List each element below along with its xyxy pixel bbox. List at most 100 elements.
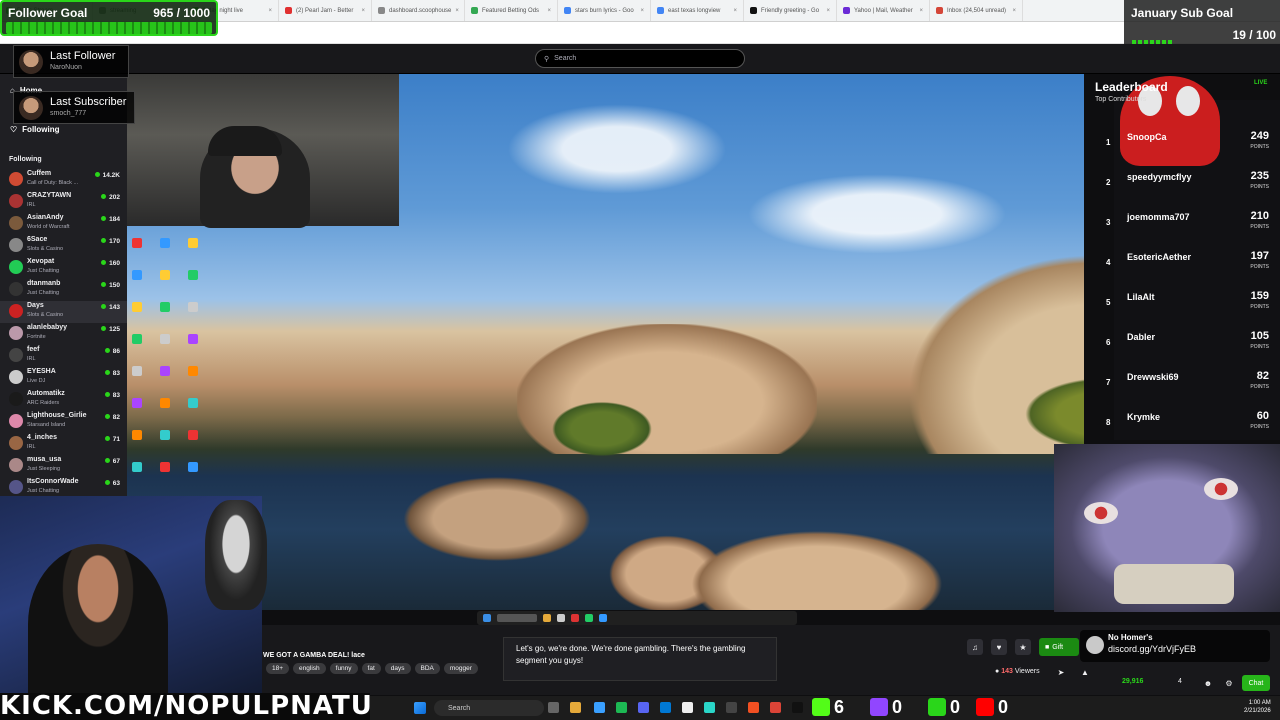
- leaderboard-points: 105: [1250, 330, 1269, 342]
- sidebar-channel[interactable]: musa_usa Just Sleeping 67: [0, 455, 127, 477]
- browser-tab[interactable]: Inbox (24,504 unread) ×: [930, 0, 1023, 21]
- counter-value: 6: [834, 696, 845, 717]
- stream-tag[interactable]: days: [384, 663, 411, 674]
- app-icon[interactable]: [616, 702, 627, 713]
- star-icon[interactable]: ★: [1015, 639, 1031, 655]
- sidebar-channel[interactable]: alanlebabyy Fortnite 125: [0, 323, 127, 345]
- close-icon[interactable]: ×: [547, 8, 551, 14]
- counter-value: 0: [998, 696, 1009, 717]
- desktop-app-icon: [188, 462, 198, 472]
- browser-tab[interactable]: Featured Betting Ods ×: [465, 0, 558, 21]
- channel-category: IRL: [27, 356, 36, 362]
- app-icon[interactable]: [726, 702, 737, 713]
- tab-favicon: [843, 7, 850, 14]
- close-icon[interactable]: ×: [640, 8, 644, 14]
- stream-tag[interactable]: english: [293, 663, 326, 674]
- notification-bell-icon[interactable]: ♫: [967, 639, 983, 655]
- sidebar-channel[interactable]: 6Sace Slots & Casino 170: [0, 235, 127, 257]
- sidebar-channel[interactable]: 4_inches IRL 71: [0, 433, 127, 455]
- channel-viewers: 125: [101, 326, 120, 333]
- sidebar-channel[interactable]: AsianAndy World of Warcraft 184: [0, 213, 127, 235]
- close-icon[interactable]: ×: [1012, 8, 1016, 14]
- channel-category: Just Chatting: [27, 290, 60, 296]
- task-view-icon[interactable]: [548, 702, 559, 713]
- gift-icon: ■: [1045, 643, 1050, 651]
- taskbar-clock: 1:00 AM 2/21/2026: [1244, 699, 1271, 715]
- browser-tab[interactable]: dashboard.scoophouse ×: [372, 0, 465, 21]
- browser-tab[interactable]: (2) Pearl Jam - Better ×: [279, 0, 372, 21]
- avatar: [9, 436, 23, 450]
- warning-icon[interactable]: ▲: [1077, 664, 1093, 680]
- windows-start-icon[interactable]: [414, 702, 426, 714]
- channel-name: AsianAndy: [27, 214, 64, 221]
- sidebar-channel[interactable]: EYESHA Live DJ 83: [0, 367, 127, 389]
- channel-category: Live DJ: [27, 378, 46, 384]
- taskbar-search[interactable]: Search: [434, 700, 544, 716]
- desktop-icons: [132, 238, 212, 493]
- browser-tab[interactable]: Friendly greeting - Go ×: [744, 0, 837, 21]
- channel-category: Slots & Casino: [27, 312, 64, 318]
- close-icon[interactable]: ×: [268, 8, 272, 14]
- platform-counter: 0: [870, 696, 902, 718]
- sidebar-channel[interactable]: CRAZYTAWN IRL 202: [0, 191, 127, 213]
- leaderboard-row: 8 Krymke 60 POINTS: [1103, 406, 1275, 446]
- heart-icon[interactable]: ♥: [991, 639, 1007, 655]
- stream-title: WE GOT A GAMBA DEAL! lace: [263, 652, 365, 659]
- browser-tab[interactable]: east texas longview ×: [651, 0, 744, 21]
- avatar: [9, 392, 23, 406]
- stream-tag[interactable]: funny: [329, 663, 358, 674]
- app-icon[interactable]: [748, 702, 759, 713]
- sub-goal-title: January Sub Goal: [1131, 6, 1234, 20]
- sidebar-channel[interactable]: Xevopat Just Chatting 160: [0, 257, 127, 279]
- app-icon: [585, 614, 593, 622]
- close-icon[interactable]: ×: [455, 8, 459, 14]
- leaderboard-row: 1 SnoopCa 249 POINTS: [1103, 126, 1275, 166]
- app-icon[interactable]: [792, 702, 803, 713]
- close-icon[interactable]: ×: [919, 8, 923, 14]
- share-icon[interactable]: ➤: [1053, 664, 1069, 680]
- avatar: [1086, 636, 1104, 654]
- gift-button[interactable]: ■ Gift: [1039, 638, 1079, 656]
- browser-tab[interactable]: stars burn lyrics - Goo ×: [558, 0, 651, 21]
- nav-following[interactable]: ♡ Following: [10, 125, 60, 134]
- leaderboard-subtitle: Top Contributors: [1095, 96, 1147, 103]
- sidebar-channel[interactable]: Lighthouse_Girlie Starsand Island 82: [0, 411, 127, 433]
- avatar: [9, 260, 23, 274]
- app-icon[interactable]: [704, 702, 715, 713]
- channel-points[interactable]: 29,916: [1122, 678, 1143, 685]
- edge-icon[interactable]: [594, 702, 605, 713]
- emote-icon[interactable]: ☻: [1200, 675, 1216, 691]
- channel-name: Xevopat: [27, 258, 55, 265]
- app-icon[interactable]: [660, 702, 671, 713]
- close-icon[interactable]: ×: [361, 8, 365, 14]
- gear-icon[interactable]: ⚙: [1221, 675, 1237, 691]
- stream-tag[interactable]: fat: [361, 663, 381, 674]
- discord-icon[interactable]: [638, 702, 649, 713]
- file-explorer-icon[interactable]: [570, 702, 581, 713]
- points-label: POINTS: [1250, 344, 1269, 350]
- sidebar-channel[interactable]: Days Slots & Casino 143: [0, 301, 127, 323]
- stream-tag[interactable]: 18+: [266, 663, 290, 674]
- close-icon[interactable]: ×: [733, 8, 737, 14]
- homer-alert-title: No Homer's: [1108, 633, 1153, 642]
- close-icon[interactable]: ×: [826, 8, 830, 14]
- channel-name: ItsConnorWade: [27, 478, 79, 485]
- stream-tag[interactable]: mogger: [443, 663, 478, 674]
- stream-tag[interactable]: BDA: [414, 663, 440, 674]
- browser-tab[interactable]: Yahoo | Mail, Weather ×: [837, 0, 930, 21]
- sidebar-channel[interactable]: feef IRL 86: [0, 345, 127, 367]
- points-label: POINTS: [1250, 424, 1269, 430]
- viewer-count: ● 143 Viewers: [995, 668, 1040, 675]
- sidebar-channel[interactable]: dtanmanb Just Chatting 150: [0, 279, 127, 301]
- search-input[interactable]: ⚲ Search: [535, 49, 745, 68]
- desktop-app-icon: [160, 270, 170, 280]
- face-eye: [1084, 502, 1118, 524]
- leaderboard-name: Drewwski69: [1127, 372, 1179, 382]
- platform-logo-icon: [976, 698, 994, 716]
- app-icon[interactable]: [682, 702, 693, 713]
- sidebar-channel[interactable]: Automatikz ARC Raiders 83: [0, 389, 127, 411]
- chrome-icon[interactable]: [770, 702, 781, 713]
- chat-send-button[interactable]: Chat: [1242, 675, 1270, 691]
- sidebar-channel[interactable]: Cuffem Call of Duty: Black ... 14.2K: [0, 169, 127, 191]
- avatar: [9, 238, 23, 252]
